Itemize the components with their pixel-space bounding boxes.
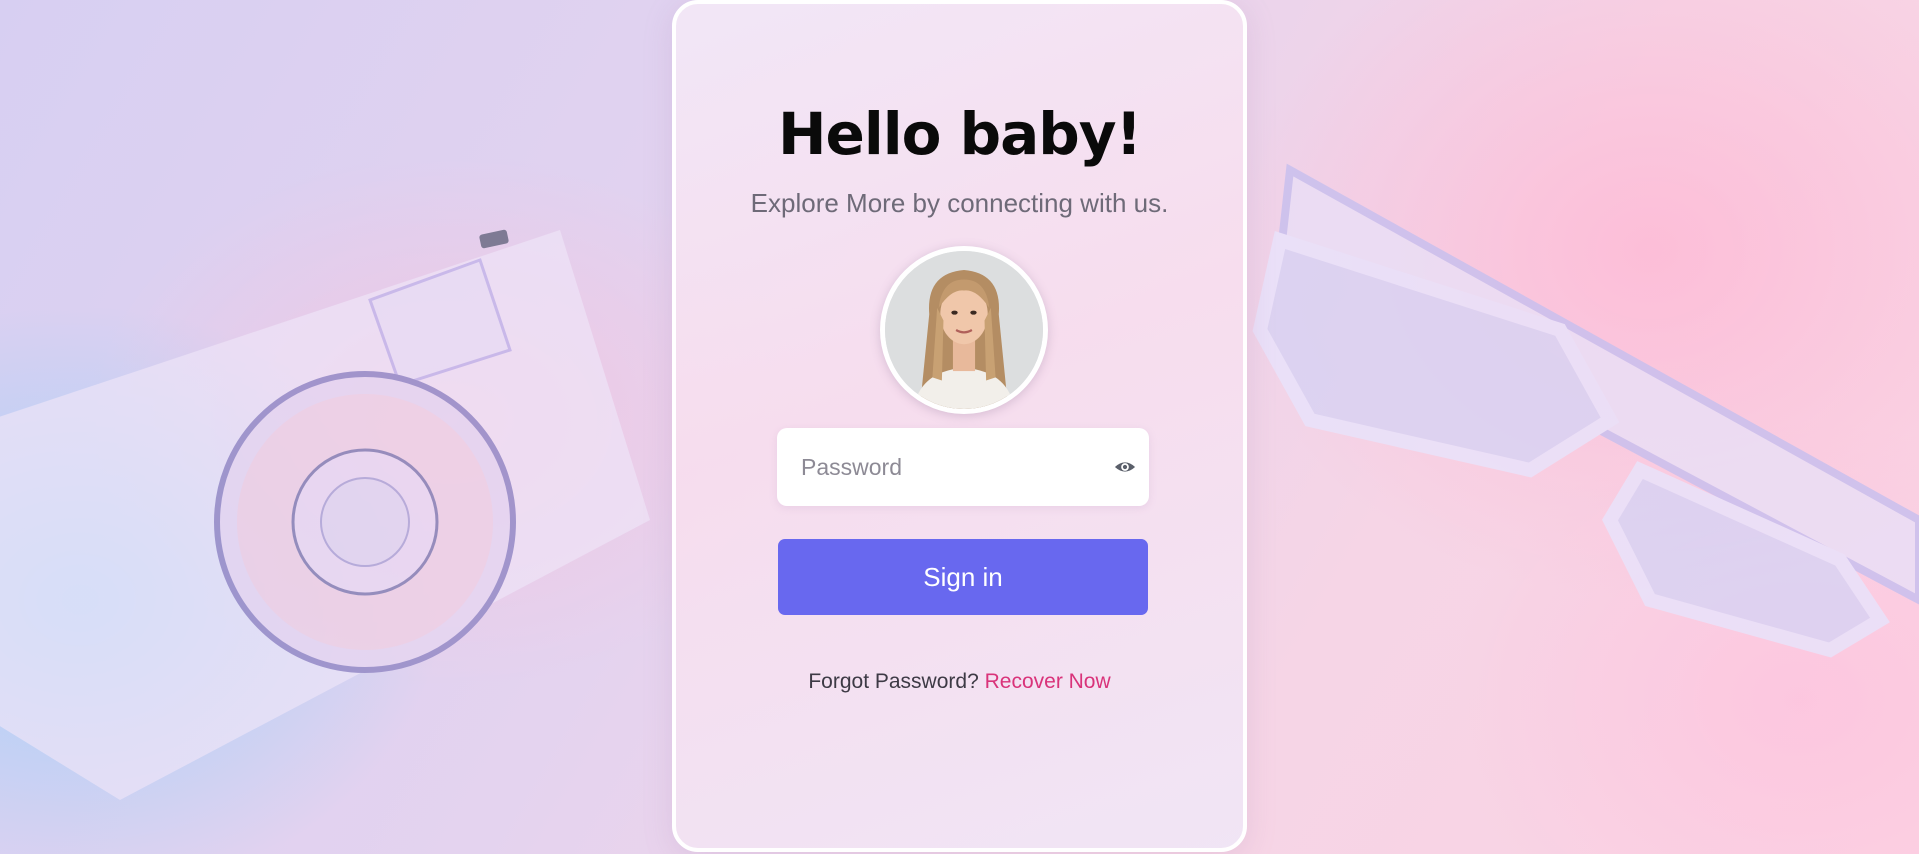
recover-now-link[interactable]: Recover Now <box>985 670 1111 693</box>
page-title: Hello baby! <box>777 100 1142 168</box>
user-avatar <box>880 246 1048 414</box>
page-subtitle: Explore More by connecting with us. <box>750 188 1169 218</box>
user-avatar-photo-icon <box>885 251 1043 409</box>
forgot-password-row: Forgot Password? Recover Now <box>676 670 1243 694</box>
glasses-illustration <box>1252 163 1919 658</box>
eye-icon[interactable] <box>1113 456 1137 478</box>
camera-illustration <box>0 229 650 800</box>
login-card: Hello baby! Explore More by connecting w… <box>672 0 1247 852</box>
password-input[interactable] <box>801 428 1101 506</box>
password-field[interactable] <box>777 428 1149 506</box>
forgot-password-text: Forgot Password? <box>808 670 979 693</box>
sign-in-button[interactable]: Sign in <box>778 539 1148 615</box>
